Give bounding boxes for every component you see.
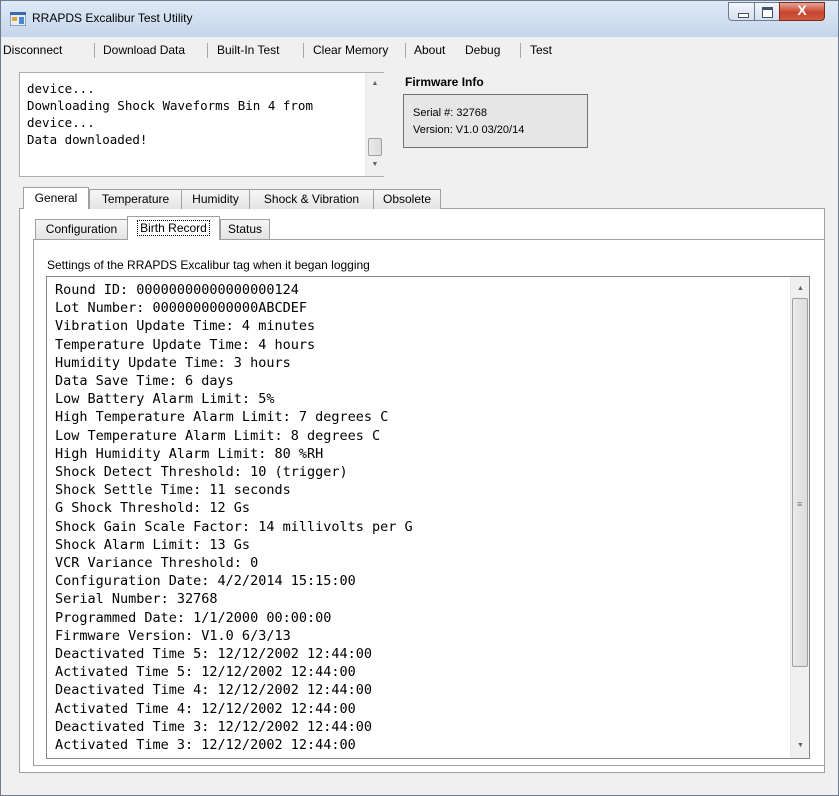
log-output[interactable]: device... Downloading Shock Waveforms Bi… <box>19 72 384 177</box>
record-line: Humidity Update Time: 3 hours <box>55 354 291 371</box>
record-line: Activated Time 4: 12/12/2002 12:44:00 <box>55 700 356 717</box>
menu-bar: Disconnect Download Data Built-In Test C… <box>1 37 838 59</box>
record-line: Lot Number: 0000000000000ABCDEF <box>55 300 307 317</box>
menu-debug[interactable]: Debug <box>465 43 500 57</box>
menu-separator <box>207 43 208 58</box>
tab-shock-vibration[interactable]: Shock & Vibration <box>249 189 374 209</box>
record-line: High Temperature Alarm Limit: 7 degrees … <box>55 409 389 426</box>
record-line: Configuration Date: 4/2/2014 15:15:00 <box>55 573 356 590</box>
menu-separator <box>405 43 406 58</box>
record-line: Shock Alarm Limit: 13 Gs <box>55 536 251 553</box>
close-button[interactable]: X <box>779 2 825 21</box>
subtab-configuration[interactable]: Configuration <box>35 219 128 239</box>
record-line: Vibration Update Time: 4 minutes <box>55 318 316 335</box>
minimize-icon <box>738 13 749 18</box>
record-line: Low Battery Alarm Limit: 5% <box>55 391 275 408</box>
scroll-down-arrow-icon[interactable]: ▼ <box>791 742 809 749</box>
record-line: Shock Settle Time: 11 seconds <box>55 482 291 499</box>
minimize-button[interactable] <box>728 2 755 21</box>
log-line: device... <box>27 115 95 130</box>
record-line: Deactivated Time 3: 12/12/2002 12:44:00 <box>55 718 372 735</box>
log-line: Data downloaded! <box>27 132 148 147</box>
firmware-version: Version: V1.0 03/20/14 <box>413 124 525 136</box>
settings-caption: Settings of the RRAPDS Excalibur tag whe… <box>47 258 370 272</box>
window-title: RRAPDS Excalibur Test Utility <box>32 11 193 25</box>
record-line: Serial Number: 32768 <box>55 591 218 608</box>
record-scrollbar[interactable]: ▲ ≡ ▼ <box>790 277 809 758</box>
record-line: Activated Time 3: 12/12/2002 12:44:00 <box>55 737 356 753</box>
record-line: Round ID: 00000000000000000124 <box>55 282 299 298</box>
menu-clear-memory[interactable]: Clear Memory <box>313 43 388 57</box>
record-line: Firmware Version: V1.0 6/3/13 <box>55 627 291 644</box>
menu-about[interactable]: About <box>414 43 445 57</box>
record-line: Shock Gain Scale Factor: 14 millivolts p… <box>55 518 413 535</box>
menu-built-in-test[interactable]: Built-In Test <box>217 43 279 57</box>
menu-disconnect[interactable]: Disconnect <box>3 43 62 57</box>
log-line: Downloading Shock Waveforms Bin 4 from <box>27 98 313 113</box>
record-line: Low Temperature Alarm Limit: 8 degrees C <box>55 427 381 444</box>
menu-separator <box>303 43 304 58</box>
maximize-button[interactable] <box>754 2 780 21</box>
menu-separator <box>520 43 521 58</box>
tab-humidity[interactable]: Humidity <box>181 189 250 209</box>
scroll-grip-icon: ≡ <box>797 499 803 509</box>
subtab-status[interactable]: Status <box>220 219 270 239</box>
scroll-up-arrow-icon[interactable]: ▲ <box>366 80 384 87</box>
record-line: Temperature Update Time: 4 hours <box>55 336 316 353</box>
menu-download-data[interactable]: Download Data <box>103 43 185 57</box>
app-window-icon <box>10 12 26 26</box>
scroll-up-arrow-icon[interactable]: ▲ <box>791 285 809 292</box>
record-line: Programmed Date: 1/1/2000 00:00:00 <box>55 609 332 626</box>
record-line: G Shock Threshold: 12 Gs <box>55 500 251 517</box>
scroll-down-arrow-icon[interactable]: ▼ <box>366 161 384 168</box>
tab-obsolete[interactable]: Obsolete <box>373 189 441 209</box>
record-line: Data Save Time: 6 days <box>55 373 234 389</box>
firmware-info-box: Serial #: 32768 Version: V1.0 03/20/14 <box>403 94 588 148</box>
firmware-serial: Serial #: 32768 <box>413 107 487 119</box>
record-line: Deactivated Time 4: 12/12/2002 12:44:00 <box>55 682 372 699</box>
log-scroll-thumb[interactable] <box>368 138 382 156</box>
record-line: Activated Time 5: 12/12/2002 12:44:00 <box>55 664 356 681</box>
subtab-birth-record[interactable]: Birth Record <box>127 216 220 240</box>
app-window: RRAPDS Excalibur Test Utility X Disconne… <box>0 0 839 796</box>
log-line: device... <box>27 81 95 96</box>
tab-temperature[interactable]: Temperature <box>89 189 182 209</box>
subtab-birth-record-label: Birth Record <box>137 220 210 236</box>
record-line: Shock Detect Threshold: 10 (trigger) <box>55 464 348 480</box>
tab-general[interactable]: General <box>23 187 89 209</box>
menu-separator <box>94 43 95 58</box>
record-scroll-thumb[interactable]: ≡ <box>792 298 808 667</box>
record-line: High Humidity Alarm Limit: 80 %RH <box>55 445 324 462</box>
menu-test[interactable]: Test <box>530 43 552 57</box>
maximize-icon <box>762 7 773 18</box>
record-line: VCR Variance Threshold: 0 <box>55 555 259 571</box>
firmware-info-title: Firmware Info <box>405 75 484 89</box>
record-line: Deactivated Time 5: 12/12/2002 12:44:00 <box>55 646 372 662</box>
close-icon: X <box>797 2 807 18</box>
log-scrollbar[interactable]: ▲ ▼ <box>365 73 384 176</box>
title-bar[interactable]: RRAPDS Excalibur Test Utility X <box>1 1 838 37</box>
birth-record-list[interactable]: ▲ ≡ ▼ Round ID: 00000000000000000124 Lot … <box>46 276 810 759</box>
